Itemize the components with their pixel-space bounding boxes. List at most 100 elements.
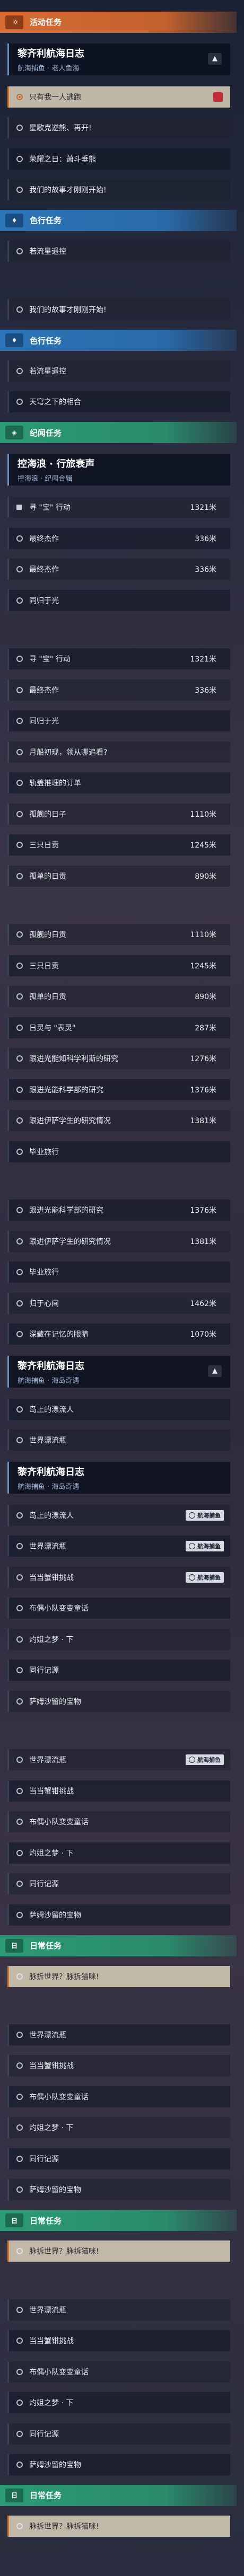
quest-row[interactable]: 只有我一人逃跑 bbox=[7, 86, 230, 108]
status-circle-icon bbox=[16, 2368, 23, 2375]
quest-row[interactable]: 世界漂流瓶 航海捕鱼 bbox=[7, 1536, 230, 1557]
quest-name: 孤舰的日子 bbox=[29, 810, 66, 819]
status-circle-icon bbox=[16, 535, 23, 542]
category-header[interactable]: ♦ 色行任务 bbox=[0, 330, 237, 351]
quest-row[interactable]: 灼姐之梦 · 下 bbox=[7, 1628, 230, 1650]
quest-name: 最终杰作 bbox=[29, 566, 59, 575]
quest-row[interactable]: 世界漂流瓶 bbox=[7, 1430, 230, 1451]
quest-name: 当当蟹钳挑战 bbox=[29, 1573, 74, 1582]
quest-row[interactable]: 归于心间 1462米 bbox=[7, 1292, 230, 1314]
quest-row[interactable]: 孤单的日贡 890米 bbox=[7, 865, 230, 887]
quest-row[interactable]: 脉拆世界？脉拆猫咪! bbox=[7, 2240, 230, 2262]
category-header[interactable]: ♦ 色行任务 bbox=[0, 209, 237, 231]
quest-row[interactable]: 我们的故事才刚刚开始! bbox=[7, 179, 230, 201]
quest-row[interactable]: 同行记源 bbox=[7, 2423, 230, 2445]
quest-group-header[interactable]: 黎齐利航海日志 航海捕鱼 · 老人鱼海 ▲ bbox=[7, 43, 230, 75]
quest-row[interactable]: 萨姆沙留的宝物 bbox=[7, 1904, 230, 1926]
quest-row[interactable]: 萨姆沙留的宝物 bbox=[7, 2179, 230, 2201]
status-circle-icon bbox=[16, 2093, 23, 2100]
quest-row[interactable]: 天穹之下的相合 bbox=[7, 391, 230, 413]
quest-row[interactable]: 孤单的日贡 890米 bbox=[7, 986, 230, 1008]
category-header[interactable]: 日日常任务 bbox=[0, 2484, 237, 2506]
quest-row[interactable]: 脉拆世界？脉拆猫咪! bbox=[7, 2515, 230, 2537]
quest-row[interactable]: 同归于光 bbox=[7, 710, 230, 732]
quest-row[interactable]: 轨盖推理的订单 bbox=[7, 772, 230, 794]
quest-row[interactable]: 萨姆沙留的宝物 bbox=[7, 1690, 230, 1712]
quest-row[interactable]: 当当蟹钳挑战 bbox=[7, 1780, 230, 1802]
quest-row[interactable]: 跟进伊萨学生的研究情况 1381米 bbox=[7, 1110, 230, 1132]
quest-row[interactable]: 最终杰作 336米 bbox=[7, 559, 230, 580]
status-circle-icon bbox=[16, 1331, 23, 1338]
quest-row[interactable]: 跟进光能科学部的研究 1376米 bbox=[7, 1079, 230, 1100]
quest-row[interactable]: 当当蟹钳挑战 bbox=[7, 2330, 230, 2352]
category-header[interactable]: 日日常任务 bbox=[0, 1935, 237, 1956]
status-circle-icon bbox=[16, 931, 23, 938]
status-circle-icon bbox=[16, 2462, 23, 2468]
quest-row[interactable]: 萨姆沙留的宝物 bbox=[7, 2454, 230, 2476]
quest-row[interactable]: 若流星遥控 bbox=[7, 360, 230, 382]
quest-row[interactable]: 星歌克逆熊、再开! bbox=[7, 117, 230, 139]
quest-name: 跟进伊萨学生的研究情况 bbox=[29, 1237, 111, 1246]
quest-row[interactable]: 三只日贡 1245米 bbox=[7, 834, 230, 856]
badge-label: 航海捕鱼 bbox=[197, 1543, 221, 1550]
quest-row[interactable]: 世界漂流瓶 航海捕鱼 bbox=[7, 1749, 230, 1771]
quest-row[interactable]: 最终杰作 336米 bbox=[7, 527, 230, 549]
quest-row[interactable]: 毕业旅行 bbox=[7, 1261, 230, 1283]
quest-row[interactable]: 同行记源 bbox=[7, 2148, 230, 2169]
quest-row[interactable]: 三只日贡 1245米 bbox=[7, 955, 230, 976]
quest-row[interactable]: 寻 "宝" 行动 1321米 bbox=[7, 648, 230, 670]
quest-row[interactable]: 深藏在记忆的眼睛 1070米 bbox=[7, 1324, 230, 1345]
quest-row[interactable]: 世界漂流瓶 bbox=[7, 2024, 230, 2045]
quest-row[interactable]: 当当蟹钳挑战 航海捕鱼 bbox=[7, 1566, 230, 1588]
status-circle-icon bbox=[16, 1086, 23, 1093]
quest-row[interactable]: 岛上的漂流人 航海捕鱼 bbox=[7, 1504, 230, 1526]
quest-row[interactable]: 灼姐之梦 · 下 bbox=[7, 1842, 230, 1864]
quest-group-title: 黎齐利航海日志 bbox=[18, 1360, 84, 1372]
tracking-marker-icon[interactable] bbox=[213, 92, 223, 102]
quest-row[interactable]: 脉拆世界？脉拆猫咪! bbox=[7, 1965, 230, 1987]
quest-name: 三只日贡 bbox=[29, 841, 59, 850]
quest-row[interactable]: 世界漂流瓶 bbox=[7, 2299, 230, 2321]
quest-row[interactable]: 跟进伊萨学生的研究情况 1381米 bbox=[7, 1230, 230, 1252]
quest-row[interactable]: 同行记源 bbox=[7, 1873, 230, 1895]
category-header[interactable]: ✡ 活动任务 bbox=[0, 11, 237, 33]
chevron-up-icon[interactable]: ▲ bbox=[208, 52, 222, 65]
quest-row[interactable]: 灼姐之梦 · 下 bbox=[7, 2392, 230, 2414]
quest-row[interactable]: 岛上的漂流人 bbox=[7, 1398, 230, 1420]
quest-row[interactable]: 跟进光能科学部的研究 1376米 bbox=[7, 1199, 230, 1221]
status-circle-icon bbox=[16, 1207, 23, 1214]
quest-row[interactable]: 若流星遥控 bbox=[7, 240, 230, 262]
quest-row[interactable]: 布偶小队变变童话 bbox=[7, 2086, 230, 2107]
status-circle-icon bbox=[16, 1605, 23, 1612]
quest-row[interactable]: 当当蟹钳挑战 bbox=[7, 2055, 230, 2077]
quest-row[interactable]: 同归于光 bbox=[7, 589, 230, 611]
quest-row[interactable]: 跟进光能知科学利斯的研究 1276米 bbox=[7, 1048, 230, 1070]
category-tag-icon: 日 bbox=[5, 2488, 23, 2502]
quest-row[interactable]: 寻 "宝" 行动 1321米 bbox=[7, 497, 230, 518]
quest-row[interactable]: 毕业旅行 bbox=[7, 1141, 230, 1162]
quest-distance: 1376米 bbox=[190, 1086, 216, 1095]
quest-row[interactable]: 同行记源 bbox=[7, 1660, 230, 1681]
quest-group-header[interactable]: 控海浪 · 行旅衰声 控海浪 · 纪闻合辑 bbox=[7, 454, 230, 486]
quest-row[interactable]: 我们的故事才刚刚开始! bbox=[7, 299, 230, 321]
chevron-up-icon[interactable]: ▲ bbox=[208, 1365, 222, 1377]
quest-row[interactable]: 灼姐之梦 · 下 bbox=[7, 2117, 230, 2139]
quest-name: 萨姆沙留的宝物 bbox=[29, 2186, 81, 2195]
quest-row[interactable]: 布偶小队变变童话 bbox=[7, 1598, 230, 1619]
quest-group-header[interactable]: 黎齐利航海日志 航海捕鱼 · 海岛奇遇 bbox=[7, 1462, 230, 1494]
status-circle-icon bbox=[16, 718, 23, 725]
quest-row[interactable]: 孤舰的日贡 1110米 bbox=[7, 924, 230, 946]
quest-row[interactable]: 最终杰作 336米 bbox=[7, 679, 230, 701]
quest-row[interactable]: 月船初现，领从哪追看? bbox=[7, 741, 230, 763]
quest-row[interactable]: 孤舰的日子 1110米 bbox=[7, 803, 230, 825]
category-header[interactable]: ◈ 纪闻任务 bbox=[0, 422, 237, 444]
quest-row[interactable]: 荣耀之日：萧斗垂熊 bbox=[7, 148, 230, 170]
quest-group-header[interactable]: 黎齐利航海日志 航海捕鱼 · 海岛奇遇 ▲ bbox=[7, 1355, 230, 1388]
quest-name: 岛上的漂流人 bbox=[29, 1511, 74, 1520]
quest-row[interactable]: 布偶小队变变童话 bbox=[7, 2361, 230, 2383]
status-circle-icon bbox=[16, 993, 23, 1000]
quest-row[interactable]: 布偶小队变变童话 bbox=[7, 1811, 230, 1833]
category-header[interactable]: 日日常任务 bbox=[0, 2210, 237, 2231]
quest-row[interactable]: 日灵与 "表灵" 287米 bbox=[7, 1017, 230, 1038]
